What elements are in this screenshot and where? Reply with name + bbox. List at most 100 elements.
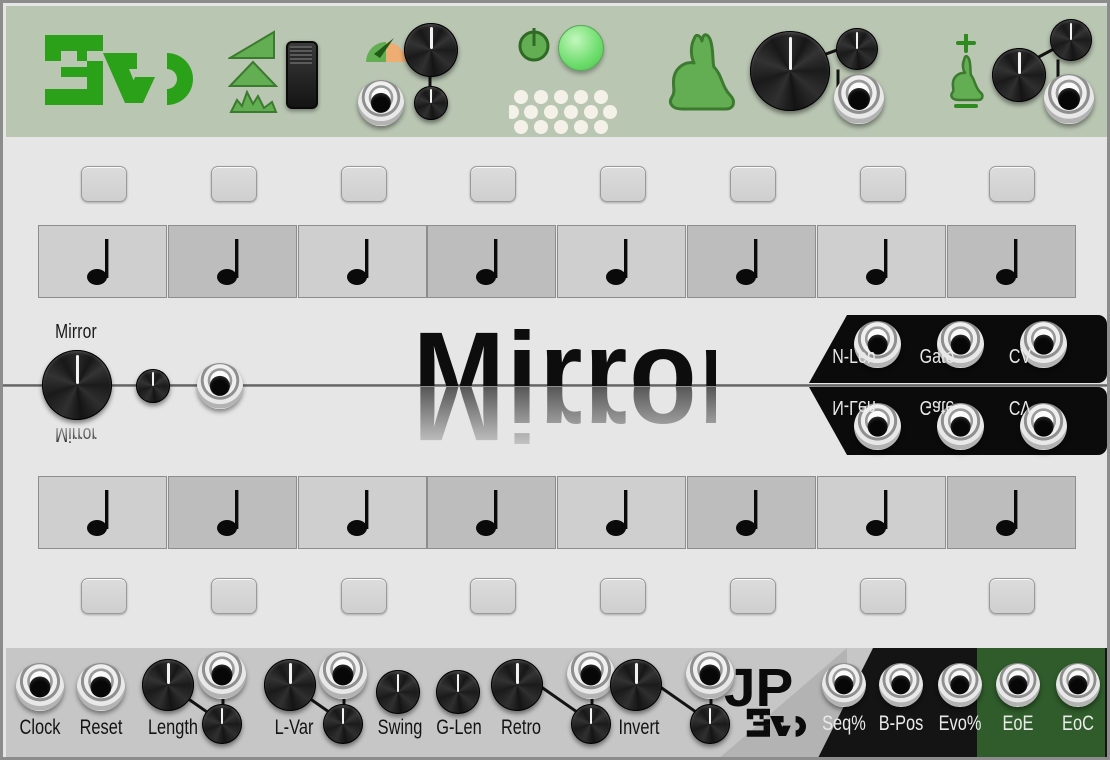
bottom-step-cell-5[interactable]	[557, 476, 686, 549]
top-step-button-7[interactable]	[860, 166, 906, 202]
invert-knob[interactable]	[610, 659, 662, 711]
evo-rate-cv-jack[interactable]	[834, 74, 884, 124]
output-jack-b-pos[interactable]	[879, 663, 923, 707]
length-cv-jack[interactable]	[198, 651, 246, 699]
output-jack-seq-[interactable]	[822, 663, 866, 707]
quarter-note-icon	[86, 237, 120, 287]
top-step-cell-5[interactable]	[557, 225, 686, 298]
top-step-button-2[interactable]	[211, 166, 257, 202]
mirror-output-label-gate: Gate	[919, 346, 955, 368]
rate-attenuator-knob[interactable]	[414, 86, 448, 120]
output-jack-evo-[interactable]	[938, 663, 982, 707]
quarter-note-icon	[216, 488, 250, 538]
mirror-wordmark: Mirror	[416, 316, 716, 386]
output-jack-eoe[interactable]	[996, 663, 1040, 707]
output-label-b-pos: B-Pos	[878, 712, 924, 735]
top-step-cell-7[interactable]	[817, 225, 946, 298]
bottom-step-cell-8[interactable]	[947, 476, 1076, 549]
retro-knob[interactable]	[491, 659, 543, 711]
shape-slider[interactable]	[286, 41, 318, 109]
mirror-output-reflected-label-n-len: N-Len	[832, 396, 876, 418]
evo-rate-attenuator-knob[interactable]	[836, 28, 878, 70]
quarter-note-icon	[865, 488, 899, 538]
mirror-cv-jack[interactable]	[197, 363, 243, 409]
bottom-step-button-4[interactable]	[470, 578, 516, 614]
mirror-knob-label-reflection: Mirror	[28, 422, 125, 445]
quarter-note-icon	[475, 488, 509, 538]
quarter-note-icon	[735, 237, 769, 287]
top-step-button-3[interactable]	[341, 166, 387, 202]
lvar-knob[interactable]	[264, 659, 316, 711]
mirror-attenuator-knob[interactable]	[136, 369, 170, 403]
top-step-button-5[interactable]	[600, 166, 646, 202]
top-step-cell-4[interactable]	[427, 225, 556, 298]
bottom-step-cell-7[interactable]	[817, 476, 946, 549]
gauge-icon	[364, 32, 408, 71]
reset-label: Reset	[79, 716, 123, 739]
evo-amount-knob[interactable]	[992, 48, 1046, 102]
top-step-cell-6[interactable]	[687, 225, 816, 298]
rabbit-icon	[664, 31, 740, 118]
lvar-cv-jack[interactable]	[319, 651, 367, 699]
clock-jack[interactable]	[16, 663, 64, 711]
output-label-eoe: EoE	[1002, 712, 1034, 735]
bottom-step-cell-2[interactable]	[168, 476, 297, 549]
footer-bar: Clock Reset Length L-Var Swing G-Len Ret…	[6, 648, 1107, 757]
mirror-output-reflected-label-gate: Gate	[919, 396, 955, 418]
reset-jack[interactable]	[77, 663, 125, 711]
bottom-step-button-2[interactable]	[211, 578, 257, 614]
bottom-step-button-5[interactable]	[600, 578, 646, 614]
bottom-step-cell-6[interactable]	[687, 476, 816, 549]
top-step-cell-1[interactable]	[38, 225, 167, 298]
evo-rate-knob[interactable]	[750, 31, 830, 111]
lvar-label: L-Var	[274, 716, 314, 739]
length-knob[interactable]	[142, 659, 194, 711]
bottom-step-button-6[interactable]	[730, 578, 776, 614]
rate-knob[interactable]	[404, 23, 458, 77]
bottom-step-cell-3[interactable]	[298, 476, 427, 549]
quarter-note-icon	[216, 237, 250, 287]
mirror-output-reflected-label-cv: CV	[1008, 396, 1032, 418]
mirror-knob[interactable]	[42, 350, 112, 420]
bottom-step-button-3[interactable]	[341, 578, 387, 614]
bottom-step-button-1[interactable]	[81, 578, 127, 614]
glen-label: G-Len	[436, 716, 482, 739]
output-label-eoc: EoC	[1062, 712, 1094, 735]
top-step-button-1[interactable]	[81, 166, 127, 202]
swing-knob[interactable]	[376, 670, 420, 714]
bottom-step-cell-1[interactable]	[38, 476, 167, 549]
rate-cv-jack[interactable]	[358, 80, 404, 126]
top-step-cell-3[interactable]	[298, 225, 427, 298]
top-step-button-6[interactable]	[730, 166, 776, 202]
evo-amount-attenuator-knob[interactable]	[1050, 19, 1092, 61]
bottom-step-button-8[interactable]	[989, 578, 1035, 614]
quarter-note-icon	[605, 237, 639, 287]
top-step-button-4[interactable]	[470, 166, 516, 202]
quarter-note-icon	[346, 237, 380, 287]
quarter-note-icon	[995, 237, 1029, 287]
length-label: Length	[147, 716, 199, 739]
retro-label: Retro	[500, 716, 542, 739]
quarter-note-icon	[475, 237, 509, 287]
bottom-step-button-7[interactable]	[860, 578, 906, 614]
run-led[interactable]	[558, 25, 604, 71]
quarter-note-icon	[865, 237, 899, 287]
glen-knob[interactable]	[436, 670, 480, 714]
jp-evo-logo: JP	[724, 657, 816, 751]
output-label-evo-: Evo%	[938, 712, 982, 735]
power-icon[interactable]	[514, 24, 554, 69]
top-step-cell-2[interactable]	[168, 225, 297, 298]
retro-cv-jack[interactable]	[567, 651, 615, 699]
mirror-knob-label: Mirror	[55, 321, 97, 343]
mirror-wordmark-reflection: Mirror	[416, 387, 716, 457]
shape-icons-group	[226, 30, 280, 119]
top-step-button-8[interactable]	[989, 166, 1035, 202]
mirror-output-label-n-len: N-Len	[832, 346, 876, 368]
output-label-seq-: Seq%	[822, 712, 866, 735]
output-jack-eoc[interactable]	[1056, 663, 1100, 707]
top-step-cell-8[interactable]	[947, 225, 1076, 298]
bottom-step-cell-4[interactable]	[427, 476, 556, 549]
clock-label: Clock	[19, 716, 61, 739]
evo-brand-logo	[43, 33, 195, 113]
evo-amount-cv-jack[interactable]	[1044, 74, 1094, 124]
